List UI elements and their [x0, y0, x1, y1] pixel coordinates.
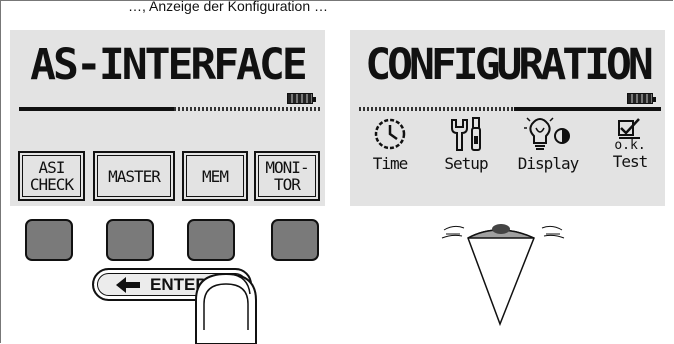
progress-bar-wave: [174, 107, 321, 111]
master-softkey[interactable]: MASTER: [93, 151, 175, 201]
bulb-contrast-icon: [524, 117, 570, 150]
lcd-as-interface: AS-INTERFACE ASI CHECK MASTER MEM MONI- …: [10, 30, 325, 206]
menu-label-setup: Setup: [444, 154, 488, 173]
lcd-title: AS-INTERFACE: [30, 40, 308, 90]
lcd-title: CONFIGURATION: [365, 40, 654, 90]
arrow-left-icon: [116, 277, 140, 293]
progress-bar-solid: [514, 107, 661, 111]
finger-icon: [195, 272, 257, 344]
lcd-configuration: CONFIGURATION Time Setup Display o.k. Te…: [350, 30, 665, 206]
menu-item-setup[interactable]: Setup: [431, 116, 501, 173]
menu-label-test: Test: [612, 152, 649, 171]
battery-icon: [627, 93, 656, 104]
menu-label-display: Display: [517, 154, 579, 173]
battery-icon: [287, 93, 316, 104]
mem-softkey[interactable]: MEM: [182, 151, 248, 201]
menu-item-time[interactable]: Time: [355, 116, 425, 173]
caption-text: …, Anzeige der Konfiguration …: [128, 0, 329, 14]
asi-check-softkey[interactable]: ASI CHECK: [18, 151, 85, 201]
hardware-button-3[interactable]: [187, 219, 235, 261]
menu-sublabel-ok: o.k.: [614, 138, 646, 153]
tools-icon: [451, 117, 481, 151]
progress-bar-wave: [359, 107, 514, 111]
menu-label-time: Time: [372, 154, 409, 173]
clock-icon: [374, 118, 406, 150]
checkbox-icon: [618, 118, 640, 139]
viewing-angle-icon: [441, 224, 565, 327]
monitor-softkey[interactable]: MONI- TOR: [254, 151, 320, 201]
hardware-button-2[interactable]: [106, 219, 154, 261]
progress-bar-solid: [19, 107, 174, 111]
hardware-button-1[interactable]: [25, 219, 73, 261]
hardware-button-4[interactable]: [271, 219, 319, 261]
menu-item-test[interactable]: o.k. Test: [595, 116, 665, 171]
menu-item-display[interactable]: Display: [513, 116, 583, 173]
